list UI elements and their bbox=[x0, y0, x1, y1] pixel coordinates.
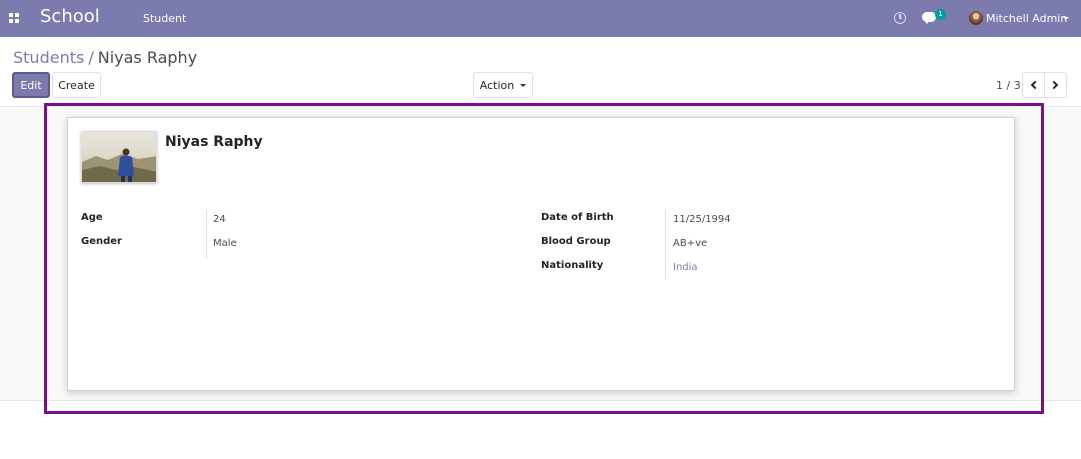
action-dropdown-button[interactable]: Action bbox=[473, 72, 533, 98]
breadcrumb-current: Niyas Raphy bbox=[97, 48, 198, 67]
breadcrumb: Students / Niyas Raphy bbox=[13, 48, 197, 67]
user-menu-name[interactable]: Mitchell Admin bbox=[986, 12, 1067, 25]
app-brand[interactable]: School bbox=[40, 6, 100, 27]
create-button[interactable]: Create bbox=[52, 72, 101, 98]
activity-clock-icon[interactable] bbox=[894, 12, 906, 24]
user-avatar[interactable] bbox=[969, 11, 983, 25]
pager-previous-button[interactable] bbox=[1022, 72, 1045, 98]
chat-count-badge: 1 bbox=[935, 9, 946, 20]
breadcrumb-separator: / bbox=[88, 48, 94, 67]
pager-value[interactable]: 1 / 3 bbox=[996, 79, 1021, 92]
chevron-left-icon bbox=[1030, 80, 1040, 90]
breadcrumb-students-link[interactable]: Students bbox=[13, 48, 84, 67]
chat-icon[interactable] bbox=[922, 12, 936, 24]
caret-down-icon bbox=[520, 83, 527, 87]
apps-menu-icon[interactable] bbox=[9, 13, 19, 23]
pager-next-button[interactable] bbox=[1044, 72, 1067, 98]
edit-button[interactable]: Edit bbox=[12, 72, 50, 98]
top-navbar: School Student 1 Mitchell Admin bbox=[0, 0, 1081, 37]
caret-down-icon[interactable] bbox=[1063, 17, 1069, 20]
chevron-right-icon bbox=[1049, 80, 1059, 90]
menu-item-student[interactable]: Student bbox=[143, 12, 186, 25]
highlight-frame bbox=[44, 103, 1044, 414]
action-button-label: Action bbox=[479, 78, 515, 92]
